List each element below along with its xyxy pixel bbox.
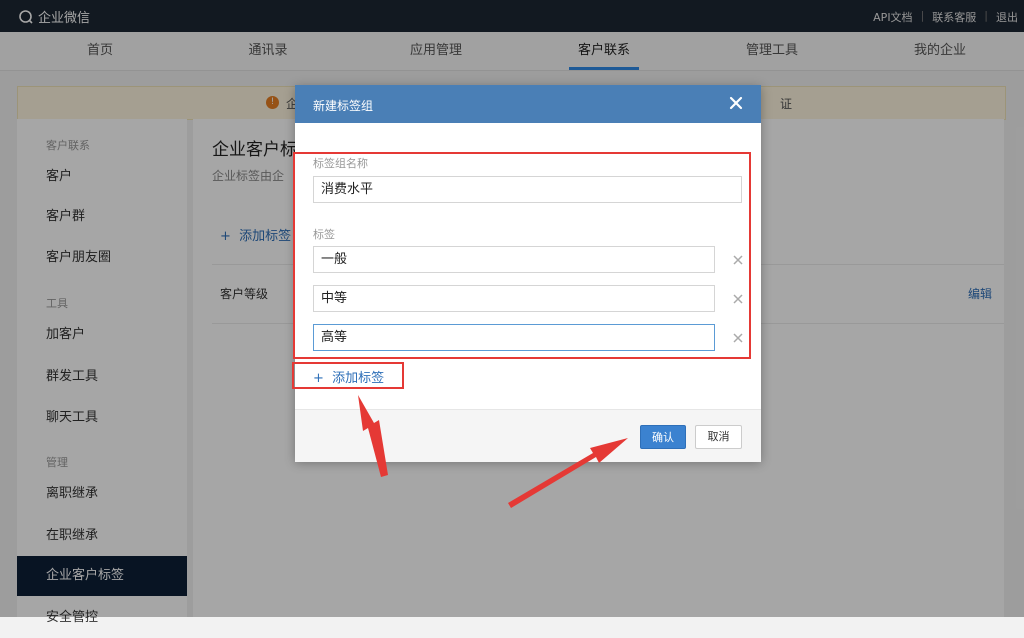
dialog-title: 新建标签组 [313, 99, 374, 113]
dialog-header: 新建标签组 [295, 85, 761, 123]
confirm-button[interactable]: 确认 [640, 425, 686, 449]
highlight-box-fields [293, 152, 751, 359]
highlight-box-add-tag [292, 362, 404, 389]
dialog-footer: 确认 取消 [295, 409, 761, 462]
close-icon[interactable] [726, 93, 746, 113]
cancel-button[interactable]: 取消 [695, 425, 742, 449]
